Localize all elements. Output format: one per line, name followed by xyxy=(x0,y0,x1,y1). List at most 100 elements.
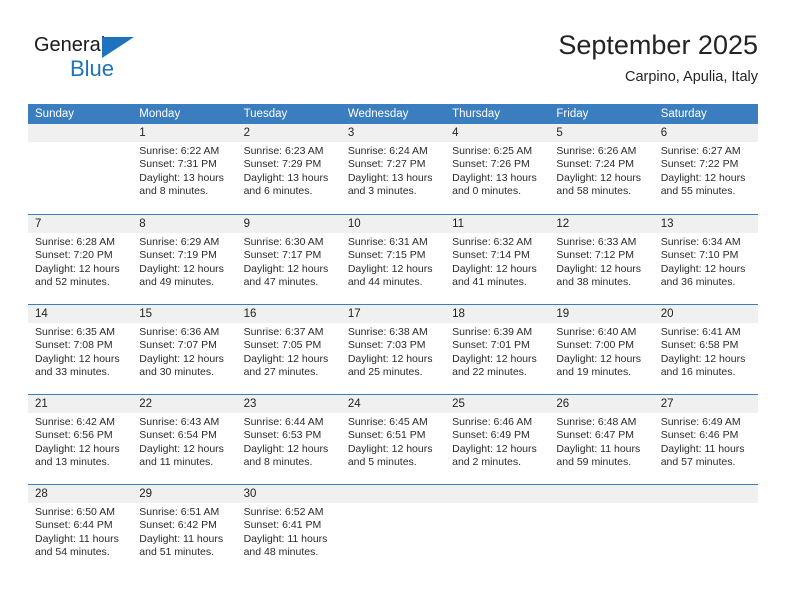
calendar-day-cell[interactable]: 11 Sunrise: 6:32 AM Sunset: 7:14 PM Dayligh… xyxy=(445,215,550,304)
calendar-week-row: 1 Sunrise: 6:22 AM Sunset: 7:31 PM Daylight… xyxy=(28,124,758,214)
calendar-day-cell[interactable]: 22 Sunrise: 6:43 AM Sunset: 6:54 PM Dayligh… xyxy=(132,395,237,484)
daylight-text-line1: Daylight: 12 hours xyxy=(139,262,224,275)
day-number-band: 4 xyxy=(445,124,550,142)
daylight-text-line1: Daylight: 12 hours xyxy=(35,442,120,455)
day-number: 21 xyxy=(35,398,48,410)
daylight-text-line2: and 8 minutes. xyxy=(243,456,313,469)
day-number: 7 xyxy=(35,218,42,230)
calendar-weeks: 1 Sunrise: 6:22 AM Sunset: 7:31 PM Daylight… xyxy=(28,124,758,574)
calendar-day-cell[interactable]: 28 Sunrise: 6:50 AM Sunset: 6:44 PM Dayligh… xyxy=(28,485,133,574)
sunset-text: Sunset: 6:46 PM xyxy=(660,429,739,442)
calendar-day-cell[interactable]: 26 Sunrise: 6:48 AM Sunset: 6:47 PM Dayligh… xyxy=(549,395,654,484)
day-details: Sunrise: 6:35 AM Sunset: 7:08 PM Daylight:… xyxy=(28,323,132,380)
sunset-text: Sunset: 7:31 PM xyxy=(139,158,217,171)
daylight-text-line2: and 13 minutes. xyxy=(35,456,110,469)
day-details: Sunrise: 6:34 AM Sunset: 7:10 PM Daylight:… xyxy=(654,233,758,290)
sunrise-text: Sunrise: 6:35 AM xyxy=(35,326,115,338)
calendar-day-cell[interactable]: 24 Sunrise: 6:45 AM Sunset: 6:51 PM Dayligh… xyxy=(340,395,446,484)
day-number: 27 xyxy=(660,398,674,410)
daylight-text-line2: and 52 minutes. xyxy=(35,276,110,289)
calendar-day-cell[interactable]: 15 Sunrise: 6:36 AM Sunset: 7:07 PM Dayligh… xyxy=(132,305,237,394)
calendar-day-cell[interactable]: 5 Sunrise: 6:26 AM Sunset: 7:24 PM Daylight… xyxy=(549,124,654,214)
day-number-band: 17 xyxy=(340,305,446,323)
day-details: Sunrise: 6:52 AM Sunset: 6:41 PM Daylight:… xyxy=(237,503,341,560)
calendar-day-cell[interactable]: 6 Sunrise: 6:27 AM Sunset: 7:22 PM Daylight… xyxy=(653,124,758,214)
calendar-day-cell[interactable]: 19 Sunrise: 6:40 AM Sunset: 7:00 PM Dayligh… xyxy=(549,305,654,394)
calendar-day-cell[interactable]: 2 Sunrise: 6:23 AM Sunset: 7:29 PM Daylight… xyxy=(236,124,341,214)
calendar-day-cell[interactable]: 30 Sunrise: 6:52 AM Sunset: 6:41 PM Dayligh… xyxy=(236,485,341,574)
sunset-text: Sunset: 7:26 PM xyxy=(452,158,530,171)
daylight-text-line2: and 6 minutes. xyxy=(243,185,313,198)
calendar-day-cell-empty xyxy=(549,485,654,574)
generalblue-logo[interactable]: General Blue xyxy=(34,34,174,86)
calendar-day-cell[interactable]: 3 Sunrise: 6:24 AM Sunset: 7:27 PM Daylight… xyxy=(340,124,446,214)
day-number: 22 xyxy=(139,398,153,410)
day-number-band xyxy=(340,485,446,503)
daylight-text-line1: Daylight: 12 hours xyxy=(347,442,433,455)
calendar-day-cell[interactable]: 13 Sunrise: 6:34 AM Sunset: 7:10 PM Dayligh… xyxy=(653,215,758,304)
day-number-band: 27 xyxy=(653,395,758,413)
calendar-day-cell-empty xyxy=(340,485,446,574)
logo-text-general: General xyxy=(34,34,106,56)
sunset-text: Sunset: 7:08 PM xyxy=(35,339,113,352)
sunset-text: Sunset: 7:03 PM xyxy=(347,339,426,352)
sunrise-text: Sunrise: 6:34 AM xyxy=(660,236,741,248)
calendar-day-cell[interactable]: 29 Sunrise: 6:51 AM Sunset: 6:42 PM Dayligh… xyxy=(132,485,237,574)
day-number: 30 xyxy=(243,488,257,500)
day-details: Sunrise: 6:44 AM Sunset: 6:53 PM Daylight:… xyxy=(237,413,341,470)
sunrise-text: Sunrise: 6:50 AM xyxy=(35,506,115,518)
weekday-header-tuesday: Tuesday xyxy=(243,108,288,120)
day-number-band: 6 xyxy=(653,124,758,142)
sunrise-text: Sunrise: 6:43 AM xyxy=(139,416,220,428)
calendar-day-cell[interactable]: 20 Sunrise: 6:41 AM Sunset: 6:58 PM Dayligh… xyxy=(653,305,758,394)
sunrise-text: Sunrise: 6:45 AM xyxy=(347,416,428,428)
daylight-text-line2: and 54 minutes. xyxy=(35,546,110,559)
calendar-day-cell[interactable]: 8 Sunrise: 6:29 AM Sunset: 7:19 PM Daylight… xyxy=(132,215,237,304)
calendar-day-cell[interactable]: 21 Sunrise: 6:42 AM Sunset: 6:56 PM Dayligh… xyxy=(28,395,133,484)
calendar-day-cell[interactable]: 25 Sunrise: 6:46 AM Sunset: 6:49 PM Dayligh… xyxy=(445,395,550,484)
calendar-day-cell[interactable]: 12 Sunrise: 6:33 AM Sunset: 7:12 PM Dayligh… xyxy=(549,215,654,304)
calendar-day-cell[interactable]: 23 Sunrise: 6:44 AM Sunset: 6:53 PM Dayligh… xyxy=(236,395,341,484)
daylight-text-line2: and 27 minutes. xyxy=(243,366,319,379)
day-number-band: 21 xyxy=(28,395,133,413)
daylight-text-line1: Daylight: 12 hours xyxy=(660,352,746,365)
daylight-text-line1: Daylight: 11 hours xyxy=(243,532,328,545)
sunset-text: Sunset: 7:27 PM xyxy=(347,158,426,171)
daylight-text-line1: Daylight: 12 hours xyxy=(139,352,224,365)
sunrise-text: Sunrise: 6:40 AM xyxy=(556,326,637,338)
sunset-text: Sunset: 7:14 PM xyxy=(452,249,530,262)
weekday-header-monday: Monday xyxy=(139,108,181,120)
daylight-text-line1: Daylight: 12 hours xyxy=(347,352,433,365)
day-number-band: 14 xyxy=(28,305,133,323)
day-number: 17 xyxy=(347,308,361,320)
day-details: Sunrise: 6:22 AM Sunset: 7:31 PM Daylight:… xyxy=(132,142,236,199)
calendar-week-row: 28 Sunrise: 6:50 AM Sunset: 6:44 PM Dayligh… xyxy=(28,484,758,574)
day-number-band: 12 xyxy=(549,215,654,233)
day-number: 6 xyxy=(660,127,668,139)
calendar-day-cell[interactable]: 16 Sunrise: 6:37 AM Sunset: 7:05 PM Dayligh… xyxy=(236,305,341,394)
weekday-header-row: Sunday Monday Tuesday Wednesday Thursday… xyxy=(28,104,758,124)
calendar-day-cell[interactable]: 4 Sunrise: 6:25 AM Sunset: 7:26 PM Daylight… xyxy=(445,124,550,214)
day-details: Sunrise: 6:32 AM Sunset: 7:14 PM Daylight:… xyxy=(445,233,549,290)
sunrise-text: Sunrise: 6:48 AM xyxy=(556,416,637,428)
calendar-day-cell[interactable]: 1 Sunrise: 6:22 AM Sunset: 7:31 PM Daylight… xyxy=(132,124,237,214)
calendar-day-cell[interactable]: 7 Sunrise: 6:28 AM Sunset: 7:20 PM Daylight… xyxy=(28,215,133,304)
weekday-header-wednesday: Wednesday xyxy=(347,108,409,120)
calendar-day-cell[interactable]: 27 Sunrise: 6:49 AM Sunset: 6:46 PM Dayligh… xyxy=(653,395,758,484)
calendar-day-cell[interactable]: 9 Sunrise: 6:30 AM Sunset: 7:17 PM Daylight… xyxy=(236,215,341,304)
calendar-day-cell[interactable]: 18 Sunrise: 6:39 AM Sunset: 7:01 PM Dayligh… xyxy=(445,305,550,394)
calendar-grid: Sunday Monday Tuesday Wednesday Thursday… xyxy=(28,104,758,574)
day-number: 14 xyxy=(35,308,48,320)
day-details: Sunrise: 6:27 AM Sunset: 7:22 PM Daylight:… xyxy=(654,142,758,199)
calendar-day-cell[interactable]: 17 Sunrise: 6:38 AM Sunset: 7:03 PM Dayligh… xyxy=(340,305,446,394)
day-number: 16 xyxy=(243,308,257,320)
sunrise-text: Sunrise: 6:51 AM xyxy=(139,506,220,518)
day-details: Sunrise: 6:23 AM Sunset: 7:29 PM Daylight:… xyxy=(237,142,341,199)
title-block: September 2025 Carpino, Apulia, Italy xyxy=(558,28,758,88)
weekday-header-saturday: Saturday xyxy=(660,108,707,120)
day-details: Sunrise: 6:50 AM Sunset: 6:44 PM Daylight:… xyxy=(28,503,132,560)
calendar-day-cell[interactable]: 10 Sunrise: 6:31 AM Sunset: 7:15 PM Dayligh… xyxy=(340,215,446,304)
calendar-day-cell[interactable]: 14 Sunrise: 6:35 AM Sunset: 7:08 PM Dayligh… xyxy=(28,305,133,394)
day-number: 12 xyxy=(556,218,570,230)
sunrise-text: Sunrise: 6:46 AM xyxy=(452,416,533,428)
